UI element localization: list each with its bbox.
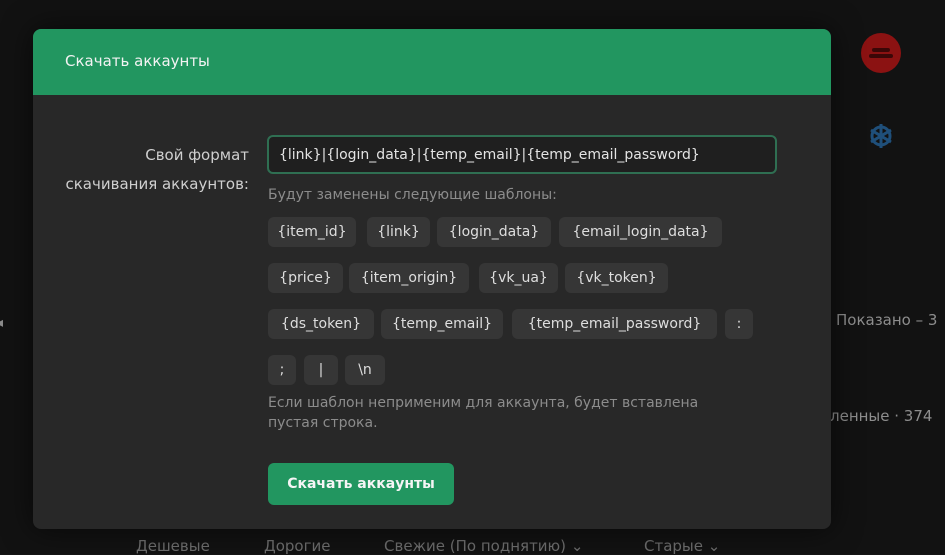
template-chip-colon[interactable]: : bbox=[725, 309, 753, 339]
template-chip-temp-email-password[interactable]: {temp_email_password} bbox=[512, 309, 717, 339]
download-accounts-modal: Скачать аккаунты Свой формат скачивания … bbox=[33, 29, 831, 529]
templates-hint: Будут заменены следующие шаблоны: bbox=[268, 187, 557, 203]
sort-option-expensive[interactable]: Дорогие bbox=[264, 537, 330, 555]
sort-option-cheap[interactable]: Дешевые bbox=[136, 537, 210, 555]
template-chip-link[interactable]: {link} bbox=[367, 217, 430, 247]
notification-avatar-icon[interactable] bbox=[861, 33, 901, 73]
format-label-line1: Свой формат bbox=[145, 146, 249, 164]
modal-header: Скачать аккаунты bbox=[33, 29, 831, 95]
chevron-down-icon: ⌄ bbox=[570, 537, 584, 555]
template-chip-login-data[interactable]: {login_data} bbox=[437, 217, 551, 247]
template-chip-temp-email[interactable]: {temp_email} bbox=[381, 309, 503, 339]
template-chip-item-origin[interactable]: {item_origin} bbox=[349, 263, 469, 293]
changed-count-text: ленные · 374 bbox=[830, 407, 933, 425]
chevron-down-icon: ⌄ bbox=[707, 537, 721, 555]
sort-option-fresh-label: Свежие (По поднятию) bbox=[384, 537, 567, 555]
format-label-line2: скачивания аккаунтов: bbox=[65, 175, 250, 193]
template-chip-pipe[interactable]: | bbox=[304, 355, 338, 385]
modal-title: Скачать аккаунты bbox=[65, 52, 210, 70]
download-accounts-button[interactable]: Скачать аккаунты bbox=[268, 463, 454, 505]
template-chip-item-id[interactable]: {item_id} bbox=[268, 217, 356, 247]
template-chip-newline[interactable]: \n bbox=[345, 355, 385, 385]
template-chip-semicolon[interactable]: ; bbox=[268, 355, 296, 385]
template-chip-vk-token[interactable]: {vk_token} bbox=[565, 263, 668, 293]
sort-option-old[interactable]: Старые ⌄ bbox=[644, 537, 720, 555]
template-chip-vk-ua[interactable]: {vk_ua} bbox=[479, 263, 558, 293]
template-chip-price[interactable]: {price} bbox=[268, 263, 343, 293]
network-icon[interactable] bbox=[865, 120, 897, 152]
template-chip-ds-token[interactable]: {ds_token} bbox=[268, 309, 374, 339]
template-chip-email-login-data[interactable]: {email_login_data} bbox=[559, 217, 722, 247]
sort-option-old-label: Старые bbox=[644, 537, 703, 555]
format-label: Свой формат скачивания аккаунтов: bbox=[63, 141, 250, 199]
left-arrow-icon: ◂ bbox=[0, 315, 3, 331]
shown-count-text: Показано – 3 bbox=[836, 311, 938, 329]
sort-bar: Дешевые Дорогие Свежие (По поднятию) ⌄ С… bbox=[0, 533, 945, 555]
format-input[interactable] bbox=[267, 135, 777, 174]
empty-template-note: Если шаблон неприменим для аккаунта, буд… bbox=[268, 395, 699, 431]
sort-option-fresh[interactable]: Свежие (По поднятию) ⌄ bbox=[384, 537, 583, 555]
